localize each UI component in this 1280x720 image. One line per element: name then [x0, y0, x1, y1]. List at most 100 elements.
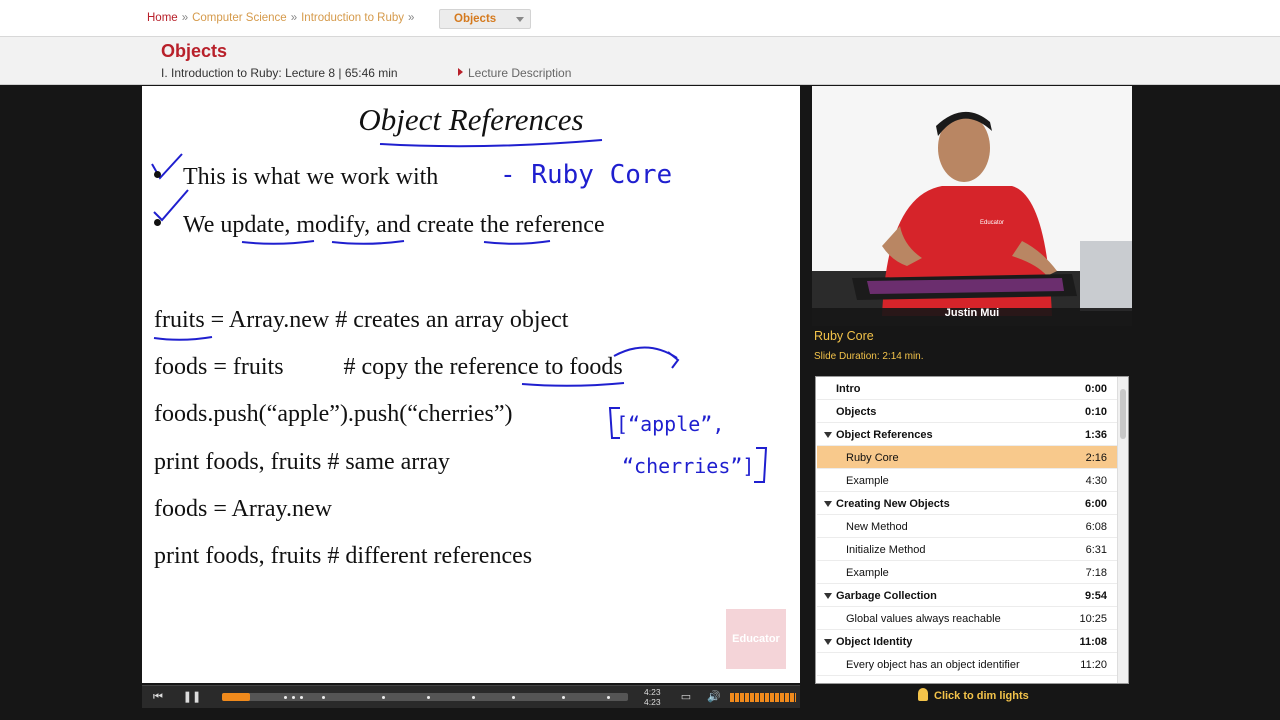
- page-title: Objects: [161, 41, 228, 61]
- breadcrumb-computer-science-link[interactable]: Computer Science: [192, 12, 287, 24]
- breadcrumb-separator: »: [408, 12, 415, 24]
- chapter-marker[interactable]: [284, 696, 287, 699]
- outline-item-row[interactable]: New Method 6:08: [817, 515, 1117, 538]
- outline-row-label: Garbage Collection: [836, 590, 937, 602]
- handwritten-underline: [241, 240, 315, 245]
- time-total: 4:23: [644, 697, 661, 707]
- outline-row-time: 4:30: [1085, 475, 1107, 487]
- slide-bullet-text: We update, modify, and create the refere…: [183, 212, 605, 238]
- outline-row-label: Every object has an object identifier: [846, 659, 1020, 671]
- chapter-marker[interactable]: [427, 696, 430, 699]
- handwritten-underline: [483, 240, 551, 245]
- progress-bar[interactable]: [222, 693, 628, 701]
- pause-button[interactable]: ❚❚: [180, 688, 204, 706]
- slide-bullet-text: This is what we work with: [183, 164, 439, 190]
- chapter-marker[interactable]: [607, 696, 610, 699]
- outline-row-label: Ruby Core: [846, 452, 899, 464]
- dim-lights-button[interactable]: Click to dim lights: [918, 688, 1029, 702]
- code-line-2: foods = fruits # copy the reference to f…: [154, 354, 623, 380]
- lecture-header: Objects I. Introduction to Ruby: Lecture…: [0, 37, 1280, 85]
- chapter-marker[interactable]: [382, 696, 385, 699]
- outline-section-row[interactable]: Objects 0:10: [817, 400, 1117, 423]
- handwritten-note-cherries: “cherries”]: [622, 454, 755, 478]
- outline-section-row[interactable]: Object Identity 11:08: [817, 630, 1117, 653]
- dim-lights-label: Click to dim lights: [934, 690, 1029, 702]
- instructor-name: Justin Mui: [944, 307, 1000, 319]
- outline-row-label: Intro: [836, 383, 861, 395]
- outline-section-row[interactable]: Intro 0:00: [817, 377, 1117, 400]
- outline-scrollbar[interactable]: [1117, 377, 1128, 683]
- outline-scroll-thumb[interactable]: [1120, 389, 1126, 439]
- fullscreen-button[interactable]: ▭: [674, 688, 698, 706]
- caret-right-icon: [458, 68, 463, 76]
- outline-row-time: 0:00: [1084, 383, 1107, 395]
- expand-triangle-icon[interactable]: [824, 432, 832, 438]
- outline-row-time: 9:54: [1084, 590, 1107, 602]
- outline-row-time: 6:31: [1085, 544, 1107, 556]
- expand-triangle-icon[interactable]: [824, 639, 832, 645]
- code-line-6: print foods, fruits # different referenc…: [154, 543, 533, 569]
- handwritten-note-apple: [“apple”,: [616, 412, 725, 436]
- handwritten-underline: [379, 139, 603, 148]
- chevron-down-icon: [516, 17, 524, 22]
- bullet-dot: [154, 171, 161, 178]
- instructor-video[interactable]: Educator Justin Mui: [812, 86, 1132, 326]
- lecture-meta: I. Introduction to Ruby: Lecture 8 | 65:…: [161, 66, 398, 80]
- skip-back-button[interactable]: ⏮: [146, 688, 170, 706]
- volume-button[interactable]: 🔊: [702, 688, 726, 706]
- handwritten-bracket: [754, 447, 768, 483]
- outline-item-row[interactable]: Ruby Core 2:16: [817, 446, 1117, 469]
- outline-item-row[interactable]: Initialize Method 6:31: [817, 538, 1117, 561]
- skip-back-icon: ⏮: [153, 691, 163, 703]
- outline-row-label: Global values always reachable: [846, 613, 1001, 625]
- breadcrumb: Home» Computer Science» Introduction to Ru…: [147, 12, 418, 24]
- breadcrumb-current-dropdown[interactable]: Objects: [439, 9, 531, 29]
- outline-item-row[interactable]: Every object has an object identifier 11:…: [817, 653, 1117, 676]
- outline-row-label: New Method: [846, 521, 908, 533]
- outline-section-row[interactable]: Object References 1:36: [817, 423, 1117, 446]
- handwritten-note-ruby-core: - Ruby Core: [500, 160, 673, 190]
- handwritten-underline: [331, 240, 405, 245]
- chapter-marker[interactable]: [512, 696, 515, 699]
- lecture-outline: Intro 0:00 Objects 0:10 Object References 1:3…: [815, 376, 1129, 684]
- breadcrumb-intro-ruby-link[interactable]: Introduction to Ruby: [301, 12, 404, 24]
- handwritten-underline: [521, 382, 625, 387]
- time-display: 4:23 4:23: [644, 687, 661, 707]
- outline-row-label: Example: [846, 567, 889, 579]
- current-slide-name: Ruby Core: [814, 329, 874, 343]
- code-line-4: print foods, fruits # same array: [154, 449, 450, 475]
- time-current: 4:23: [644, 687, 661, 697]
- progress-fill: [222, 693, 251, 701]
- slide-bullet-1: This is what we work with: [154, 164, 438, 191]
- breadcrumb-separator: »: [181, 12, 189, 24]
- breadcrumb-home-link[interactable]: Home: [147, 12, 178, 24]
- outline-section-row[interactable]: Garbage Collection 9:54: [817, 584, 1117, 607]
- outline-row-time: 6:00: [1084, 498, 1107, 510]
- chapter-marker[interactable]: [562, 696, 565, 699]
- outline-row-label: Object Identity: [836, 636, 913, 648]
- breadcrumb-bar: Home» Computer Science» Introduction to Ru…: [0, 0, 1280, 37]
- lecture-description-label: Lecture Description: [468, 66, 572, 80]
- outline-row-label: Objects: [836, 406, 877, 418]
- chapter-marker[interactable]: [300, 696, 303, 699]
- outline-item-row[interactable]: Example 7:18: [817, 561, 1117, 584]
- chapter-marker[interactable]: [292, 696, 295, 699]
- breadcrumb-current-label: Objects: [454, 13, 497, 25]
- outline-row-time: 11:08: [1079, 636, 1107, 648]
- outline-section-row[interactable]: Creating New Objects 6:00: [817, 492, 1117, 515]
- outline-item-row[interactable]: Example 4:30: [817, 469, 1117, 492]
- outline-row-label: Creating New Objects: [836, 498, 950, 510]
- code-line-1: fruits = Array.new # creates an array ob…: [154, 307, 569, 333]
- expand-triangle-icon[interactable]: [824, 501, 832, 507]
- expand-triangle-icon[interactable]: [824, 593, 832, 599]
- handwritten-underline: [153, 336, 213, 341]
- lecture-description-link[interactable]: Lecture Description: [458, 66, 571, 80]
- chapter-marker[interactable]: [322, 696, 325, 699]
- outline-row-time: 1:36: [1084, 429, 1107, 441]
- volume-slider[interactable]: [730, 693, 796, 702]
- outline-row-time: 6:08: [1085, 521, 1107, 533]
- outline-item-row[interactable]: Global values always reachable 10:25: [817, 607, 1117, 630]
- code-line-3: foods.push(“apple”).push(“cherries”): [154, 401, 513, 427]
- outline-row-time: 7:18: [1085, 567, 1107, 579]
- chapter-marker[interactable]: [472, 696, 475, 699]
